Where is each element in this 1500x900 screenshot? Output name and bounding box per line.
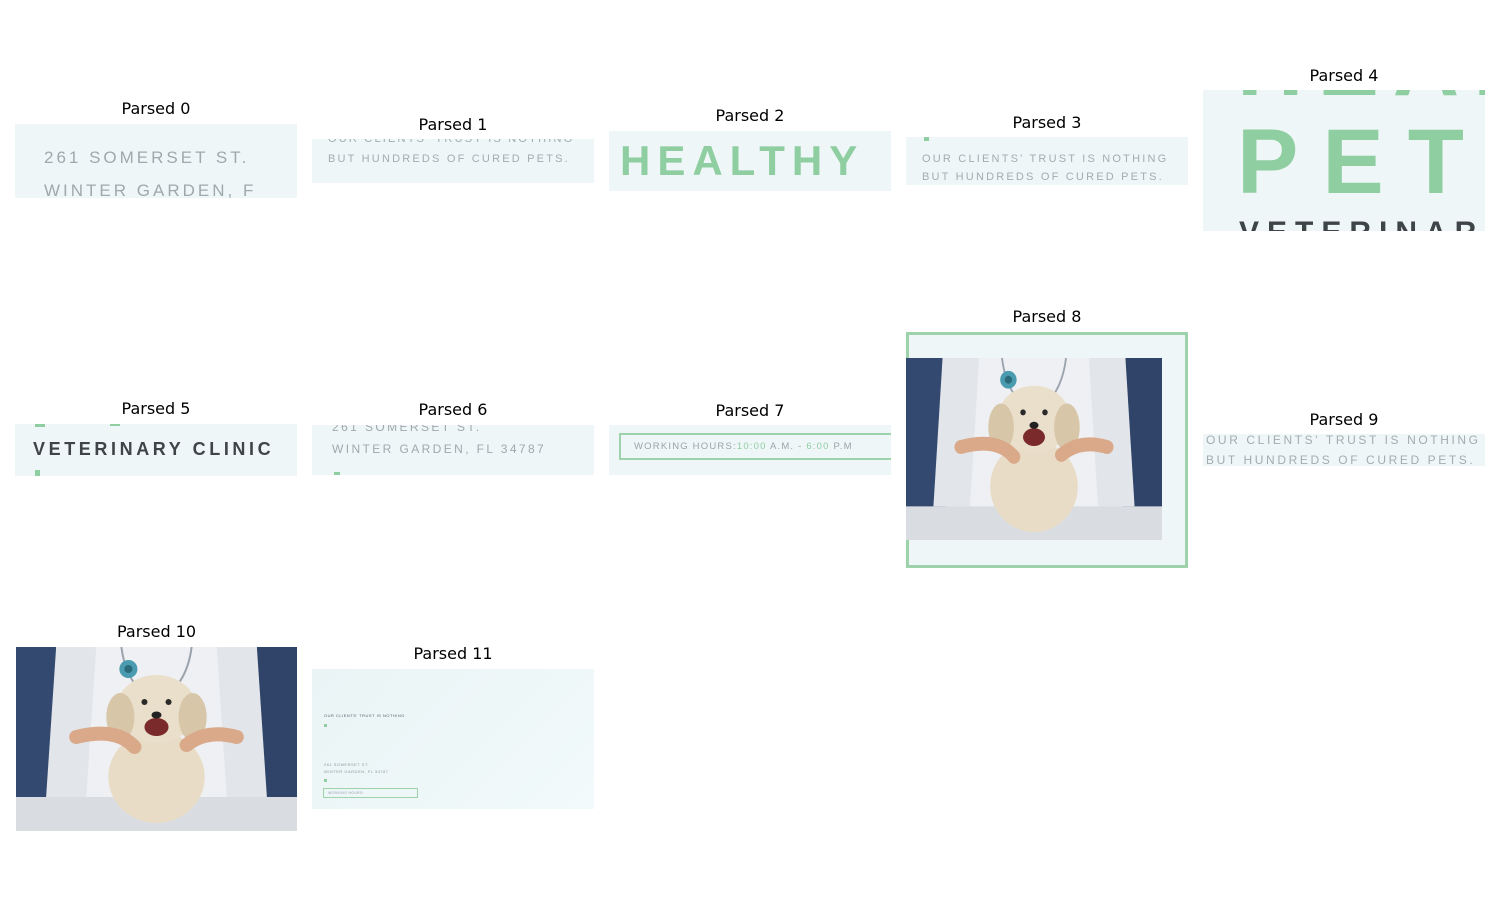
photo-frame-crop — [906, 332, 1188, 568]
address-crop: 261 SOMERSET ST. WINTER GARDEN, FL 34787 — [312, 425, 594, 475]
accent-mark — [324, 779, 327, 782]
hours-text: WORKING HOURS:10:00 A.M. - 6:00 P.M — [634, 441, 853, 452]
hours-open: 10:00 — [736, 441, 767, 452]
clinic-crop: VETERINARY CLINIC — [15, 424, 297, 476]
headline-veterinary-cropped: VETERINAR — [1239, 216, 1484, 231]
tile-caption: Parsed 4 — [1309, 66, 1379, 85]
trust-crop: OUR CLIENTS' TRUST IS NOTHING BUT HUNDRE… — [906, 137, 1188, 185]
address-line-1: 261 SOMERSET ST. — [44, 148, 250, 167]
tile-caption: Parsed 7 — [715, 401, 785, 420]
hours-close-suffix: P.M — [829, 441, 853, 452]
hours-close: 6:00 — [806, 441, 830, 452]
vet-dog-photo — [906, 358, 1162, 540]
accent-mark — [35, 470, 40, 476]
tile-7: Parsed 7 WORKING HOURS:10:00 A.M. - 6:00… — [609, 400, 891, 480]
trust-crop: OUR CLIENTS' TRUST IS NOTHING BUT HUNDRE… — [312, 139, 594, 183]
trust-line-2: BUT HUNDREDS OF CURED PETS. — [328, 153, 570, 165]
address-line-2: WINTER GARDEN, FL 34787 — [332, 442, 547, 456]
tile-1: Parsed 1 OUR CLIENTS' TRUST IS NOTHING B… — [312, 114, 594, 194]
tile-caption: Parsed 0 — [121, 99, 191, 118]
accent-mark — [334, 472, 340, 475]
tile-8: Parsed 8 — [906, 306, 1188, 571]
pet-glyph-remnant — [110, 424, 120, 426]
trust-crop: OUR CLIENTS' TRUST IS NOTHING BUT HUNDRE… — [1203, 434, 1485, 466]
trust-line-1: OUR CLIENTS' TRUST IS NOTHING — [922, 153, 1169, 165]
address-line-1: 261 SOMERSET ST. — [332, 425, 482, 434]
full-layout-thumbnail: OUR CLIENTS' TRUST IS NOTHING 261 SOMERS… — [312, 669, 594, 809]
pet-glyph-remnant — [35, 424, 45, 427]
tile-caption: Parsed 1 — [418, 115, 488, 134]
accent-mark — [924, 137, 929, 141]
address-crop: 261 SOMERSET ST. WINTER GARDEN, F — [15, 124, 297, 198]
tile-caption: Parsed 10 — [116, 622, 197, 641]
trust-line-1: OUR CLIENTS' TRUST IS NOTHING — [328, 139, 575, 145]
tile-caption: Parsed 2 — [715, 106, 785, 125]
headline-healthy: HEALTHY — [620, 137, 865, 184]
thumb-trust-line: OUR CLIENTS' TRUST IS NOTHING — [324, 713, 405, 718]
headline-veterinary-clinic: VETERINARY CLINIC — [33, 439, 275, 459]
trust-line-2: BUT HUNDREDS OF CURED PETS. — [922, 171, 1164, 183]
headline-pet: PET — [1237, 111, 1485, 213]
tile-2: Parsed 2 HEALTHY — [609, 105, 891, 195]
headline-pet-crop: HEALTHY PET VETERINAR — [1203, 90, 1485, 231]
thumb-hours-text: WORKING HOURS: — [328, 791, 364, 795]
tile-9: Parsed 9 OUR CLIENTS' TRUST IS NOTHING B… — [1203, 409, 1485, 479]
hours-open-suffix: A.M. - — [766, 441, 807, 452]
tile-caption: Parsed 6 — [418, 400, 488, 419]
headline-crop: HEALTHY — [609, 131, 891, 191]
tile-4: Parsed 4 HEALTHY PET VETERINAR — [1203, 65, 1485, 235]
thumb-address-2: WINTER GARDEN, FL 34787 — [324, 769, 389, 774]
tile-caption: Parsed 5 — [121, 399, 191, 418]
accent-mark — [324, 724, 327, 727]
tile-6: Parsed 6 261 SOMERSET ST. WINTER GARDEN,… — [312, 399, 594, 479]
address-line-2: WINTER GARDEN, F — [44, 181, 257, 198]
hours-crop: WORKING HOURS:10:00 A.M. - 6:00 P.M — [609, 425, 891, 475]
tile-caption: Parsed 3 — [1012, 113, 1082, 132]
tile-10: Parsed 10 — [16, 621, 297, 836]
tile-caption: Parsed 8 — [1012, 307, 1082, 326]
tile-11: Parsed 11 OUR CLIENTS' TRUST IS NOTHING … — [312, 643, 594, 813]
hours-label: WORKING HOURS: — [634, 441, 737, 452]
tile-0: Parsed 0 261 SOMERSET ST. WINTER GARDEN,… — [15, 98, 297, 208]
vet-dog-photo — [16, 647, 297, 831]
trust-line-2: BUT HUNDREDS OF CURED PETS. — [1206, 453, 1476, 466]
tile-caption: Parsed 11 — [413, 644, 493, 663]
trust-line-1: OUR CLIENTS' TRUST IS NOTHING — [1206, 434, 1481, 447]
thumb-address-1: 261 SOMERSET ST. — [324, 762, 370, 767]
tile-3: Parsed 3 OUR CLIENTS' TRUST IS NOTHING B… — [906, 112, 1188, 192]
tile-caption: Parsed 9 — [1309, 410, 1379, 429]
tile-5: Parsed 5 VETERINARY CLINIC — [15, 398, 297, 478]
